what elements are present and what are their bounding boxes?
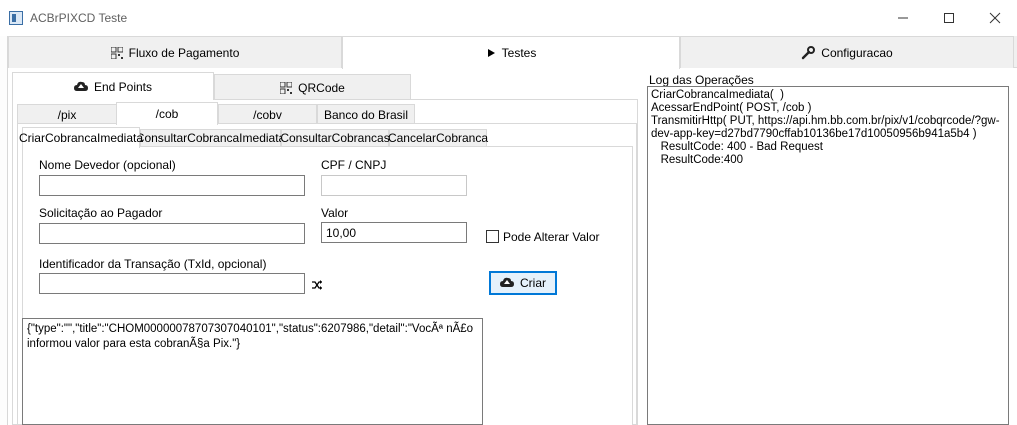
wrench-icon	[802, 45, 816, 59]
tab-cobv[interactable]: /cobv	[218, 104, 317, 124]
tab-criar-cobranca-imediata[interactable]: CriarCobrancaImediata	[18, 127, 144, 148]
tab-cancelar-cobranca[interactable]: CancelarCobranca	[387, 129, 489, 146]
cloud-upload-icon	[73, 81, 88, 91]
tab-label: Testes	[501, 46, 537, 60]
tab-testes[interactable]: Testes	[342, 36, 680, 69]
solicitacao-label: Solicitação ao Pagador	[39, 206, 163, 220]
app-icon	[9, 11, 23, 25]
cloud-upload-icon	[500, 277, 514, 287]
title-bar	[0, 0, 1017, 36]
minimize-icon	[898, 17, 908, 19]
tab-label: /pix	[57, 107, 77, 122]
valor-label: Valor	[321, 206, 349, 220]
window-title: ACBrPIXCD Teste	[30, 11, 128, 25]
log-textarea[interactable]: CriarCobrancaImediata( ) AcessarEndPoint…	[647, 86, 1009, 425]
maximize-button[interactable]	[926, 0, 972, 36]
tab-consultar-cobrancas[interactable]: ConsultarCobrancas	[280, 129, 390, 146]
maximize-icon	[944, 13, 954, 23]
tab-consultar-cobranca-imediata[interactable]: ConsultarCobrancaImediata	[136, 129, 285, 146]
tab-label: ConsultarCobrancaImediata	[135, 131, 286, 145]
log-line: ResultCode:400	[651, 154, 744, 166]
tab-label: End Points	[93, 79, 153, 94]
log-line: CriarCobrancaImediata( )	[651, 89, 784, 101]
criar-button[interactable]: Criar	[489, 271, 557, 295]
play-icon	[487, 49, 495, 57]
tab-label: ConsultarCobrancas	[280, 131, 390, 145]
window-left-edge	[0, 36, 8, 425]
minimize-button[interactable]	[880, 0, 926, 36]
txid-field[interactable]	[39, 273, 305, 294]
pode-alterar-valor-checkbox[interactable]	[486, 230, 499, 243]
cpf-cnpj-label: CPF / CNPJ	[321, 158, 387, 172]
generate-txid-button[interactable]	[310, 278, 324, 292]
tab-label: /cob	[155, 107, 179, 121]
close-icon	[989, 12, 1001, 24]
tab-label: /cobv	[253, 107, 282, 122]
nome-devedor-field[interactable]	[39, 175, 305, 196]
solicitacao-field[interactable]	[39, 223, 305, 244]
tab-cob[interactable]: /cob	[116, 102, 218, 125]
tab-end-points[interactable]: End Points	[12, 72, 214, 100]
txid-label: Identificador da Transação (TxId, opcion…	[39, 257, 267, 271]
qrcode-icon	[110, 46, 123, 59]
shuffle-icon	[312, 280, 322, 290]
log-line: ResultCode: 400 - Bad Request	[651, 141, 823, 153]
cpf-cnpj-field[interactable]	[321, 175, 467, 196]
tab-pix[interactable]: /pix	[17, 104, 117, 124]
tab-label: QRCode	[298, 80, 345, 95]
tab-configuracao[interactable]: Configuracao	[680, 36, 1014, 68]
tab-label: CriarCobrancaImediata	[18, 131, 144, 145]
qrcode-icon	[280, 81, 293, 94]
log-label: Log das Operações	[649, 73, 754, 87]
tab-label: CancelarCobranca	[387, 131, 489, 145]
tab-label: Fluxo de Pagamento	[128, 45, 240, 60]
tab-label: Configuracao	[821, 45, 893, 60]
valor-field[interactable]	[321, 222, 467, 243]
tab-qrcode[interactable]: QRCode	[214, 74, 411, 100]
tab-fluxo-de-pagamento[interactable]: Fluxo de Pagamento	[8, 36, 342, 68]
nome-devedor-label: Nome Devedor (opcional)	[39, 158, 176, 172]
log-line: AcessarEndPoint( POST, /cob )	[651, 102, 812, 114]
pode-alterar-valor-label: Pode Alterar Valor	[503, 230, 600, 244]
log-line: TransmitirHttp( PUT, https://api.hm.bb.c…	[651, 115, 1000, 140]
tab-banco-do-brasil[interactable]: Banco do Brasil	[317, 104, 415, 124]
criar-button-label: Criar	[520, 276, 546, 290]
tab-label: Banco do Brasil	[323, 107, 409, 122]
response-textarea[interactable]: {"type":"","title":"CHOM0000007870730704…	[22, 318, 483, 425]
close-button[interactable]	[972, 0, 1017, 36]
